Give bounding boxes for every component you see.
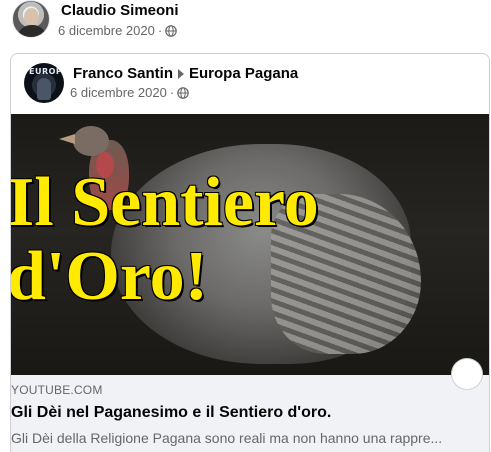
post-header: Claudio Simeoni 6 dicembre 2020 · xyxy=(12,0,482,44)
shared-post-date[interactable]: 6 dicembre 2020 xyxy=(70,85,167,100)
link-description: Gli Dèi della Religione Pagana sono real… xyxy=(11,430,443,446)
thumbnail-title-line2: d'Oro! xyxy=(10,238,208,315)
shared-author-name[interactable]: Franco Santin xyxy=(73,65,173,82)
globe-icon[interactable] xyxy=(177,86,189,99)
link-title[interactable]: Gli Dèi nel Paganesimo e il Sentiero d'o… xyxy=(11,404,331,422)
link-domain: YOUTUBE.COM xyxy=(11,383,103,397)
shared-author-avatar[interactable]: EUROPA xyxy=(24,63,64,103)
link-preview[interactable]: YOUTUBE.COM Gli Dèi nel Paganesimo e il … xyxy=(11,375,489,452)
avatar-figure xyxy=(37,78,51,100)
meta-separator: · xyxy=(157,23,163,38)
avatar-suit xyxy=(17,25,47,37)
arrow-right-icon xyxy=(178,68,185,79)
author-avatar[interactable] xyxy=(12,0,50,38)
shared-post-names: Franco Santin Europa Pagana xyxy=(73,65,298,82)
shared-post-meta: 6 dicembre 2020 · xyxy=(70,85,189,100)
video-thumbnail[interactable]: Il Sentiero d'Oro! xyxy=(10,114,489,375)
turkey-beak-image xyxy=(59,134,75,144)
post-date[interactable]: 6 dicembre 2020 xyxy=(58,23,155,38)
shared-post-card[interactable]: EUROPA Franco Santin Europa Pagana 6 dic… xyxy=(10,53,490,452)
thumbnail-title-line1: Il Sentiero xyxy=(10,164,319,241)
group-name[interactable]: Europa Pagana xyxy=(189,65,298,82)
thumbnail-title: Il Sentiero d'Oro! xyxy=(10,164,487,315)
globe-icon[interactable] xyxy=(165,24,177,37)
meta-separator: · xyxy=(169,85,175,100)
shared-post-header: EUROPA Franco Santin Europa Pagana 6 dic… xyxy=(11,54,489,114)
post-meta: 6 dicembre 2020 · xyxy=(58,23,177,38)
avatar-logo-text: EUROPA xyxy=(29,67,64,76)
author-name[interactable]: Claudio Simeoni xyxy=(61,2,179,19)
avatar-face xyxy=(24,8,39,26)
play-button[interactable] xyxy=(452,359,482,389)
